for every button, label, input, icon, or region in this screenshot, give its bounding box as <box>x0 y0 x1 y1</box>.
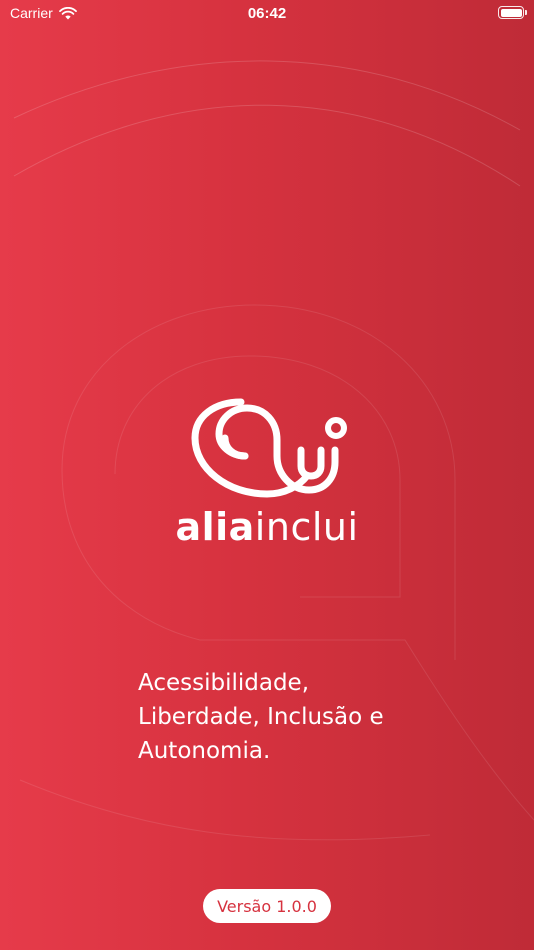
brand-wordmark: aliainclui <box>0 508 534 546</box>
brand-name-light: inclui <box>254 505 359 549</box>
version-label: Versão 1.0.0 <box>217 896 317 916</box>
tagline-line-1: Acessibilidade, <box>138 670 310 696</box>
version-badge: Versão 1.0.0 <box>203 889 331 923</box>
app-logo: aliainclui <box>0 398 534 546</box>
battery-icon <box>498 6 527 19</box>
tagline: Acessibilidade, Liberdade, Inclusão e Au… <box>138 666 438 768</box>
tagline-line-2: Liberdade, Inclusão e <box>138 704 384 730</box>
tagline-line-3: Autonomia. <box>138 738 271 764</box>
brand-name-bold: alia <box>175 505 255 549</box>
status-time: 06:42 <box>247 5 287 22</box>
battery-level <box>500 8 522 17</box>
status-bar: Carrier 06:42 <box>0 0 534 30</box>
alia-logo-icon <box>191 398 347 498</box>
